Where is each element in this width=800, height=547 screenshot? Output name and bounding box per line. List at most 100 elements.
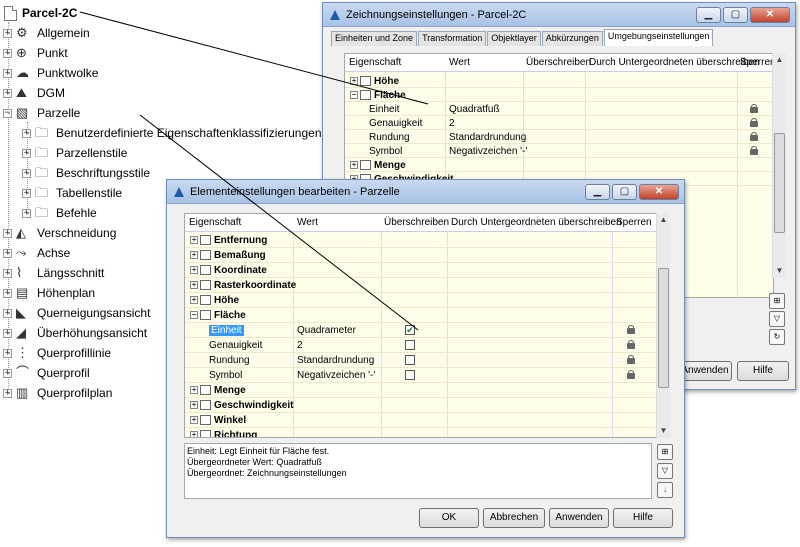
property-value[interactable]: Standardrundung	[449, 132, 526, 143]
col-lock[interactable]: Sperren	[616, 217, 652, 228]
property-row[interactable]: Symbol Negativzeichen '-'	[345, 144, 773, 158]
tree-item[interactable]: + ⤳ Achse	[3, 244, 70, 262]
property-row[interactable]: Rundung Standardrundung	[185, 353, 657, 368]
property-value[interactable]: Negativzeichen '-'	[449, 146, 527, 157]
property-row[interactable]: Genauigkeit 2	[345, 116, 773, 130]
tree-item[interactable]: + ⊕ Punkt	[3, 44, 68, 62]
tree-item[interactable]: + ⋮ Querprofillinie	[3, 344, 111, 362]
col-child-override[interactable]: Durch Untergeordneten überschreiben	[451, 217, 622, 228]
lock-icon[interactable]	[627, 370, 635, 379]
lock-icon[interactable]	[750, 132, 758, 141]
tree-item[interactable]: + 🗀 Tabellenstile	[22, 184, 122, 202]
apply-button[interactable]: Anwenden	[549, 508, 609, 528]
col-property[interactable]: Eigenschaft	[189, 217, 241, 228]
lock-icon[interactable]	[627, 355, 635, 364]
col-override[interactable]: Überschreiben	[384, 217, 449, 228]
apply-override-icon[interactable]: ↓	[657, 482, 673, 498]
col-override[interactable]: Überschreiben	[526, 57, 591, 68]
edit-settings-icon[interactable]: ⊞	[657, 444, 673, 460]
expand-icon[interactable]: +	[350, 77, 358, 85]
tree-item[interactable]: + 🗀 Beschriftungsstile	[22, 164, 150, 182]
close-button[interactable]: ✕	[639, 183, 679, 200]
property-row[interactable]: Einheit Quadratfuß	[345, 102, 773, 116]
category-row[interactable]: + Entfernung	[185, 233, 657, 248]
expand-icon[interactable]: +	[190, 431, 198, 437]
category-row[interactable]: + Menge	[185, 383, 657, 398]
tree-item[interactable]: + ☁ Punktwolke	[3, 64, 98, 82]
col-value[interactable]: Wert	[449, 57, 470, 68]
property-value[interactable]: Quadratfuß	[449, 104, 500, 115]
feature-settings-scrollbar[interactable]: ▲ ▼	[656, 213, 670, 438]
lock-icon[interactable]	[750, 146, 758, 155]
col-value[interactable]: Wert	[297, 217, 318, 228]
maximize-button[interactable]: ▢	[612, 183, 637, 200]
override-checkbox[interactable]	[405, 370, 415, 380]
tree-item[interactable]: − ▧ Parzelle	[3, 104, 80, 122]
expand-icon[interactable]: +	[190, 251, 198, 259]
expand-icon[interactable]: −	[190, 311, 198, 319]
category-row[interactable]: + Geschwindigkeit	[185, 398, 657, 413]
category-row[interactable]: − Fläche	[345, 88, 773, 102]
close-button[interactable]: ✕	[750, 6, 790, 23]
category-row[interactable]: + Höhe	[185, 293, 657, 308]
apply-button[interactable]: Anwenden	[678, 361, 732, 381]
override-checkbox[interactable]: ✔	[405, 325, 415, 335]
category-row[interactable]: + Bemaßung	[185, 248, 657, 263]
category-row[interactable]: + Höhe	[345, 74, 773, 88]
minimize-button[interactable]: ▁	[585, 183, 610, 200]
col-child-override[interactable]: Durch Untergeordneten überschreiben	[589, 57, 760, 68]
tab-4[interactable]: Umgebungseinstellungen	[603, 29, 714, 46]
drawing-settings-scrollbar[interactable]: ▲ ▼	[772, 53, 786, 278]
property-row[interactable]: Einheit Quadrameter ✔	[185, 323, 657, 338]
category-row[interactable]: + Winkel	[185, 413, 657, 428]
edit-settings-icon[interactable]: ⊞	[769, 293, 785, 309]
tab-0[interactable]: Einheiten und Zone	[331, 31, 418, 46]
property-row[interactable]: Symbol Negativzeichen '-'	[185, 368, 657, 383]
tree-item[interactable]: + ▥ Querprofilplan	[3, 384, 112, 402]
tree-item[interactable]: + ⚙ Allgemein	[3, 24, 90, 42]
property-value[interactable]: Standardrundung	[297, 355, 374, 366]
tree-item[interactable]: + ◣ Querneigungsansicht	[3, 304, 150, 322]
filter-icon[interactable]: ▽	[769, 311, 785, 327]
apply-override-icon[interactable]: ↻	[769, 329, 785, 345]
category-row[interactable]: + Menge	[345, 158, 773, 172]
tree-item[interactable]: + ◢ Überhöhungsansicht	[3, 324, 147, 342]
expand-icon[interactable]: +	[190, 401, 198, 409]
expand-icon[interactable]: +	[190, 296, 198, 304]
tree-item[interactable]: + 🗀 Benutzerdefinierte Eigenschaftenklassi…	[22, 124, 322, 142]
cancel-button[interactable]: Abbrechen	[483, 508, 545, 528]
category-row[interactable]: + Richtung	[185, 428, 657, 437]
maximize-button[interactable]: ▢	[723, 6, 748, 23]
property-value[interactable]: 2	[449, 118, 455, 129]
tree-item[interactable]: + ▤ Höhenplan	[3, 284, 95, 302]
minimize-button[interactable]: ▁	[696, 6, 721, 23]
property-value[interactable]: Quadrameter	[297, 325, 356, 336]
filter-icon[interactable]: ▽	[657, 463, 673, 479]
expand-icon[interactable]: +	[350, 161, 358, 169]
tree-item[interactable]: + ◭ Verschneidung	[3, 224, 116, 242]
lock-icon[interactable]	[750, 118, 758, 127]
lock-icon[interactable]	[627, 325, 635, 334]
category-row[interactable]: + Rasterkoordinate	[185, 278, 657, 293]
override-checkbox[interactable]	[405, 355, 415, 365]
override-checkbox[interactable]	[405, 340, 415, 350]
help-button[interactable]: Hilfe	[613, 508, 673, 528]
help-button[interactable]: Hilfe	[737, 361, 789, 381]
tab-1[interactable]: Transformation	[418, 31, 487, 46]
category-row[interactable]: − Fläche	[185, 308, 657, 323]
property-row[interactable]: Genauigkeit 2	[185, 338, 657, 353]
tree-item[interactable]: + 🗀 Befehle	[22, 204, 97, 222]
tree-item[interactable]: + ⌇ Längsschnitt	[3, 264, 104, 282]
tree-item[interactable]: + ⛰ DGM	[3, 84, 65, 102]
expand-icon[interactable]: −	[350, 91, 358, 99]
property-row[interactable]: Rundung Standardrundung	[345, 130, 773, 144]
col-property[interactable]: Eigenschaft	[349, 57, 401, 68]
expand-icon[interactable]: +	[190, 386, 198, 394]
col-lock[interactable]: Sperren	[740, 57, 773, 68]
tree-item[interactable]: + 🗀 Parzellenstile	[22, 144, 127, 162]
ok-button[interactable]: OK	[419, 508, 479, 528]
expand-icon[interactable]: +	[190, 416, 198, 424]
tab-3[interactable]: Abkürzungen	[541, 31, 603, 46]
expand-icon[interactable]: +	[190, 266, 198, 274]
expand-icon[interactable]: +	[190, 236, 198, 244]
